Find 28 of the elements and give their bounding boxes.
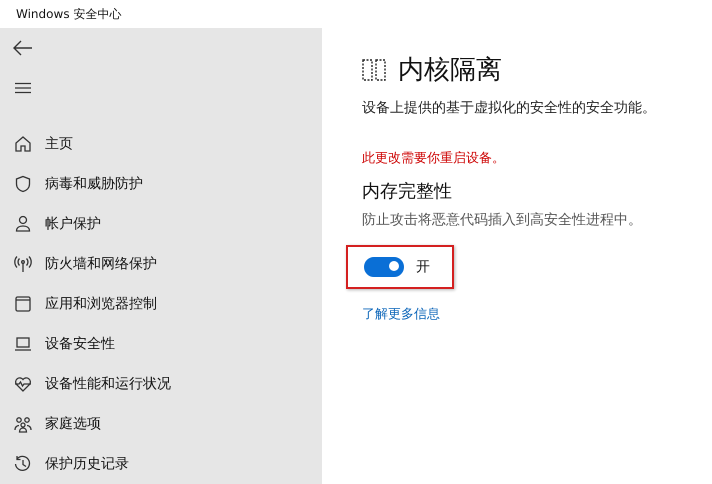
page-description: 设备上提供的基于虚拟化的安全性的安全功能。 (362, 99, 657, 117)
section-description: 防止攻击将恶意代码插入到高安全性进程中。 (362, 211, 643, 229)
sidebar-item[interactable]: 设备性能和运行状况 (12, 364, 171, 404)
restart-warning: 此更改需要你重启设备。 (362, 150, 506, 167)
section-title: 内存完整性 (362, 180, 453, 203)
antenna-icon (14, 255, 32, 273)
learn-more-link[interactable]: 了解更多信息 (362, 305, 440, 323)
sidebar-item[interactable]: 保护历史记录 (12, 444, 129, 484)
shield-icon (14, 175, 32, 193)
core-isolation-icon (362, 58, 386, 82)
sidebar-item[interactable]: 设备安全性 (12, 324, 115, 364)
window-title: Windows 安全中心 (16, 6, 122, 22)
sidebar-item[interactable]: 防火墙和网络保护 (12, 244, 157, 284)
sidebar-item[interactable]: 应用和浏览器控制 (12, 284, 157, 324)
window-icon (14, 295, 32, 313)
history-icon (14, 455, 32, 473)
sidebar-item[interactable]: 主页 (12, 124, 73, 164)
sidebar-item[interactable]: 家庭选项 (12, 404, 101, 444)
home-icon (14, 135, 32, 153)
people-icon (14, 415, 32, 433)
laptop-icon (14, 335, 32, 353)
person-icon (14, 215, 32, 233)
sidebar-item[interactable]: 帐户保护 (12, 204, 101, 244)
page-title: 内核隔离 (398, 54, 502, 87)
sidebar-item[interactable]: 病毒和威胁防护 (12, 164, 143, 204)
toggle-switch[interactable] (364, 257, 404, 277)
heart-icon (14, 375, 32, 393)
toggle-label: 开 (416, 258, 430, 276)
